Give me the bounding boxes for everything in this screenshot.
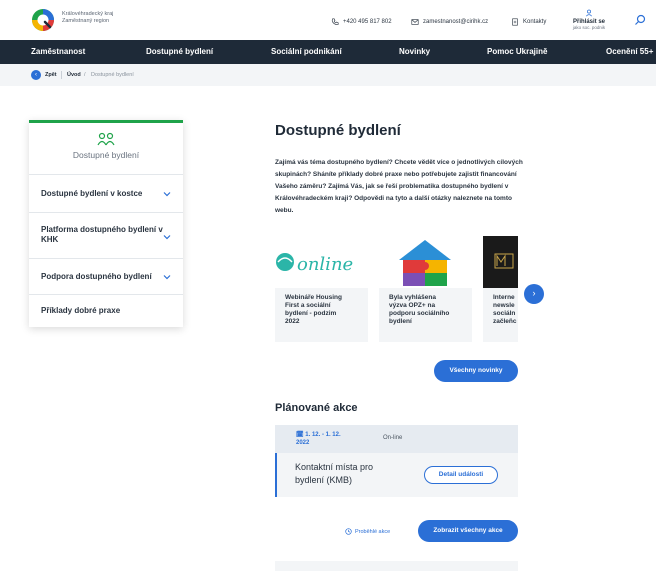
- breadcrumb-divider: [61, 71, 62, 79]
- chevron-down-icon: [163, 235, 171, 240]
- top-bar: Královéhradecký kraj Zaměstnaný region +…: [0, 0, 656, 40]
- past-events-label: Proběhlé akce: [355, 528, 391, 535]
- contacts-icon: [512, 18, 518, 26]
- news-line: sociáln: [493, 310, 516, 317]
- intro-text: Zajímá vás téma dostupného bydlení? Chce…: [275, 159, 523, 214]
- online-image: online: [275, 236, 368, 288]
- event-date-line: 🗓 1. 12. - 1. 12.: [296, 431, 341, 439]
- sidebar-item-platforma[interactable]: Platforma dostupného bydlení v KHK: [29, 212, 183, 258]
- nav-item-zamestnanost[interactable]: Zaměstnanost: [31, 47, 85, 56]
- contacts-link[interactable]: Kontakty: [511, 18, 546, 26]
- news-line: výzva OPZ+ na: [389, 302, 436, 309]
- main-nav: Zaměstnanost Dostupné bydlení Sociální p…: [0, 40, 656, 64]
- login-sublabel: jako soc. podnik: [572, 25, 606, 30]
- nav-item-socialni-podnikani[interactable]: Sociální podnikání: [271, 47, 342, 56]
- sidebar-card: Dostupné bydlení Dostupné bydlení v kost…: [29, 120, 183, 327]
- logo-line-2: Zaměstnaný region: [62, 18, 110, 24]
- history-icon: [345, 528, 352, 535]
- sidebar-item-podpora[interactable]: Podpora dostupného bydlení: [29, 258, 183, 294]
- sidebar-item-priklady[interactable]: Příklady dobré praxe: [29, 294, 183, 327]
- online-image-text: online: [297, 254, 353, 275]
- news-line: bydlení: [389, 318, 412, 325]
- puzzle-house-image: [379, 236, 472, 288]
- news-title: Byla vyhlášena výzva OPZ+ na podporu soc…: [389, 294, 449, 326]
- sidebar-item-label: Dostupné bydlení v kostce: [41, 189, 143, 198]
- back-arrow-icon[interactable]: ‹: [31, 70, 41, 80]
- all-news-button[interactable]: Všechny novinky: [434, 360, 518, 382]
- phone-text: +420 495 817 802: [343, 19, 392, 25]
- calendar-icon: 🗓: [296, 432, 304, 438]
- logo-text: Královéhradecký kraj Zaměstnaný region: [62, 11, 113, 25]
- all-events-button[interactable]: Zobrazit všechny akce: [418, 520, 518, 542]
- sidebar-accent: [29, 120, 183, 123]
- page-title: Dostupné bydlení: [275, 122, 401, 139]
- sidebar-item-v-kostce[interactable]: Dostupné bydlení v kostce: [29, 174, 183, 212]
- user-icon: [585, 9, 593, 17]
- login-button[interactable]: Přihlásit se jako soc. podnik: [566, 9, 612, 30]
- nav-item-dostupne-bydleni[interactable]: Dostupné bydlení: [146, 47, 213, 56]
- mail-icon: [411, 19, 419, 25]
- phone-icon: [331, 18, 339, 25]
- carousel-next-button[interactable]: ›: [524, 284, 544, 304]
- news-title: Webináře Housing First a sociální bydlen…: [285, 294, 342, 326]
- chevron-down-icon: [163, 275, 171, 280]
- search-icon[interactable]: [634, 14, 646, 26]
- events-title: Plánované akce: [275, 402, 358, 414]
- email-text: zamestnanost@cirihk.cz: [423, 19, 489, 25]
- breadcrumb-slash: /: [84, 72, 86, 78]
- next-section-box: [275, 561, 518, 571]
- sidebar-item-label: Podpora dostupného bydlení: [41, 272, 152, 281]
- event-mode: On-line: [383, 435, 403, 441]
- event-date-year: 2022: [296, 440, 310, 446]
- past-events-link[interactable]: Proběhlé akce: [345, 528, 390, 535]
- event-date: 🗓 1. 12. - 1. 12. 2022: [296, 431, 341, 447]
- logo-line-1: Královéhradecký kraj: [62, 11, 114, 17]
- news-line: newsle: [493, 302, 515, 309]
- event-title-line: Kontaktní místa pro: [295, 462, 374, 472]
- event-detail-button[interactable]: Detail události: [424, 466, 498, 484]
- news-card[interactable]: online Webináře Housing First a sociální…: [275, 236, 368, 342]
- chevron-down-icon: [163, 192, 171, 197]
- breadcrumb-back[interactable]: Zpět: [45, 72, 57, 78]
- news-card[interactable]: Interne newsle sociáln začleňc: [483, 236, 518, 342]
- news-title: Interne newsle sociáln začleňc: [493, 294, 518, 326]
- nav-item-pomoc-ukrajine[interactable]: Pomoc Ukrajině: [487, 47, 547, 56]
- event-title[interactable]: Kontaktní místa pro bydlení (KMB): [295, 461, 405, 487]
- newsletter-image: [483, 236, 518, 288]
- breadcrumb-current: Dostupné bydlení: [91, 72, 134, 78]
- sidebar-title: Dostupné bydlení: [72, 150, 140, 160]
- phone-link[interactable]: +420 495 817 802: [331, 18, 392, 26]
- event-title-line: bydlení (KMB): [295, 475, 353, 485]
- region-logo[interactable]: [31, 8, 55, 32]
- news-line: First a sociální: [285, 302, 331, 309]
- nav-item-oceneni[interactable]: Ocenění 55+: [606, 47, 653, 56]
- news-line: začleňc: [493, 318, 517, 325]
- news-line: 2022: [285, 318, 300, 325]
- event-date-range: 1. 12. - 1. 12.: [305, 432, 341, 438]
- email-link[interactable]: zamestnanost@cirihk.cz: [411, 18, 488, 26]
- sidebar-item-label: Platforma dostupného bydlení v KHK: [41, 225, 163, 244]
- contacts-text: Kontakty: [523, 19, 547, 25]
- people-icon: [97, 132, 115, 146]
- breadcrumb-home[interactable]: Úvod: [67, 72, 81, 78]
- news-line: Interne: [493, 294, 515, 301]
- news-line: Byla vyhlášena: [389, 294, 436, 301]
- nav-item-novinky[interactable]: Novinky: [399, 47, 430, 56]
- sidebar-item-label: Příklady dobré praxe: [41, 306, 121, 315]
- news-line: Webináře Housing: [285, 294, 342, 301]
- news-line: bydlení - podzim: [285, 310, 337, 317]
- news-card[interactable]: Byla vyhlášena výzva OPZ+ na podporu soc…: [379, 236, 472, 342]
- news-line: podporu sociálního: [389, 310, 450, 317]
